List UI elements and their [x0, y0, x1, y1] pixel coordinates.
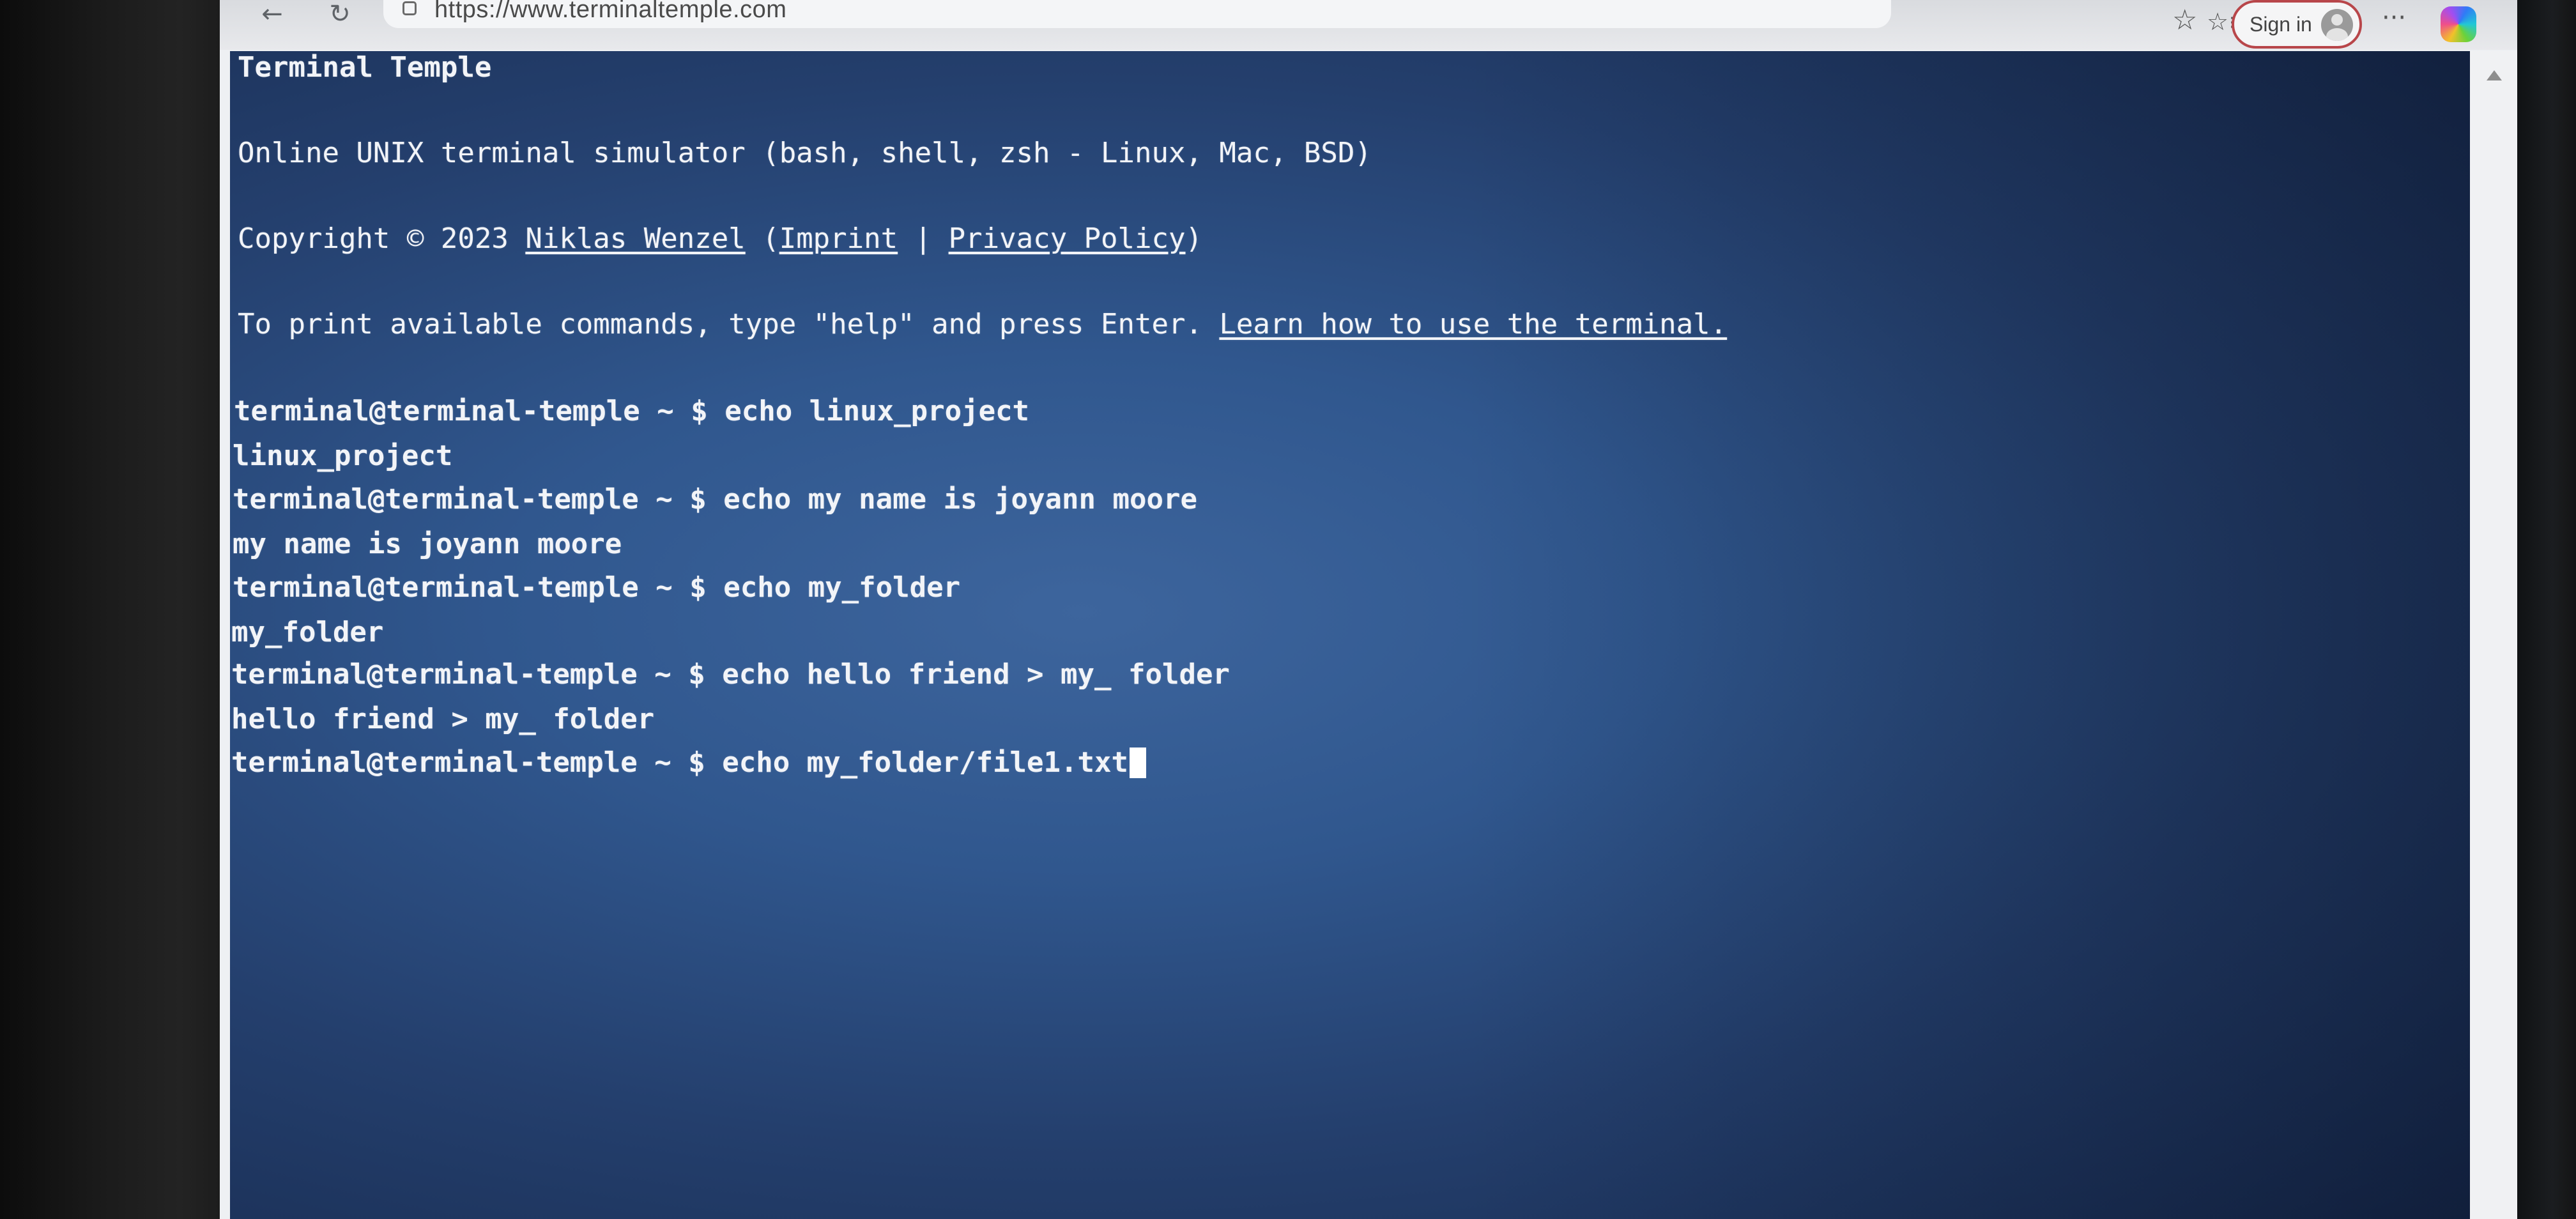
history-command-line: terminal@terminal-temple ~ $ echo linux_…: [234, 395, 1029, 428]
history-output-line: my_folder: [231, 616, 384, 648]
prompt: terminal@terminal-temple ~ $: [231, 658, 723, 691]
command-input[interactable]: echo my_folder/file1.txt: [722, 746, 1128, 779]
sign-in-button[interactable]: Sign in: [2232, 0, 2362, 49]
separator: |: [898, 222, 949, 255]
history-command-line: terminal@terminal-temple ~ $ echo hello …: [231, 658, 1230, 691]
copyright-line: Copyright © 2023 Niklas Wenzel (Imprint …: [238, 222, 1202, 256]
prompt: terminal@terminal-temple ~ $: [231, 746, 723, 779]
scroll-up-arrow-icon[interactable]: [2487, 70, 2502, 80]
photo-scene: ← ↻ https://www.terminaltemple.com ☆ ☆≡ …: [0, 0, 2576, 1219]
lock-icon[interactable]: [402, 1, 417, 15]
command-text: echo hello friend > my_ folder: [722, 658, 1230, 691]
text-cursor: [1129, 747, 1146, 778]
command-text: echo my_folder: [723, 571, 961, 604]
current-command-line[interactable]: terminal@terminal-temple ~ $ echo my_fol…: [231, 746, 1146, 779]
command-text: echo my name is joyann moore: [723, 483, 1197, 516]
prompt: terminal@terminal-temple ~ $: [234, 395, 725, 427]
terminal-window[interactable]: Terminal Temple Online UNIX terminal sim…: [230, 51, 2470, 1219]
more-icon[interactable]: ···: [2382, 4, 2406, 32]
privacy-policy-link[interactable]: Privacy Policy: [949, 222, 1186, 255]
sign-in-label: Sign in: [2250, 13, 2312, 36]
help-line: To print available commands, type "help"…: [238, 308, 1727, 341]
history-command-line: terminal@terminal-temple ~ $ echo my_fol…: [233, 571, 960, 604]
history-output-line: linux_project: [233, 440, 453, 472]
learn-terminal-link[interactable]: Learn how to use the terminal.: [1219, 308, 1727, 341]
terminal-subtitle: Online UNIX terminal simulator (bash, sh…: [238, 137, 1372, 169]
monitor-bezel: [2517, 0, 2576, 1219]
back-arrow-icon[interactable]: ←: [253, 1, 291, 29]
author-link[interactable]: Niklas Wenzel: [525, 222, 745, 255]
command-text: echo linux_project: [724, 395, 1030, 427]
browser-window: ← ↻ https://www.terminaltemple.com ☆ ☆≡ …: [220, 0, 2517, 1219]
paren-open: (: [745, 222, 779, 255]
terminal-title: Terminal Temple: [238, 51, 492, 84]
help-text: To print available commands, type "help"…: [238, 308, 1220, 341]
prompt: terminal@terminal-temple ~ $: [233, 483, 724, 516]
history-command-line: terminal@terminal-temple ~ $ echo my nam…: [233, 483, 1197, 516]
vertical-scrollbar[interactable]: [2470, 51, 2517, 1219]
browser-toolbar: ← ↻ https://www.terminaltemple.com ☆ ☆≡ …: [220, 0, 2517, 50]
url-text[interactable]: https://www.terminaltemple.com: [434, 0, 786, 24]
history-output-line: my name is joyann moore: [233, 528, 622, 560]
favorite-star-icon[interactable]: ☆: [2172, 6, 2197, 34]
copilot-icon[interactable]: [2441, 6, 2476, 42]
paren-close: ): [1185, 222, 1203, 255]
avatar-icon: [2321, 9, 2353, 41]
history-output-line: hello friend > my_ folder: [231, 703, 655, 735]
copyright-text: Copyright © 2023: [238, 222, 526, 255]
address-bar[interactable]: https://www.terminaltemple.com: [383, 0, 1891, 28]
prompt: terminal@terminal-temple ~ $: [233, 571, 724, 604]
refresh-icon[interactable]: ↻: [321, 1, 359, 29]
imprint-link[interactable]: Imprint: [779, 222, 898, 255]
